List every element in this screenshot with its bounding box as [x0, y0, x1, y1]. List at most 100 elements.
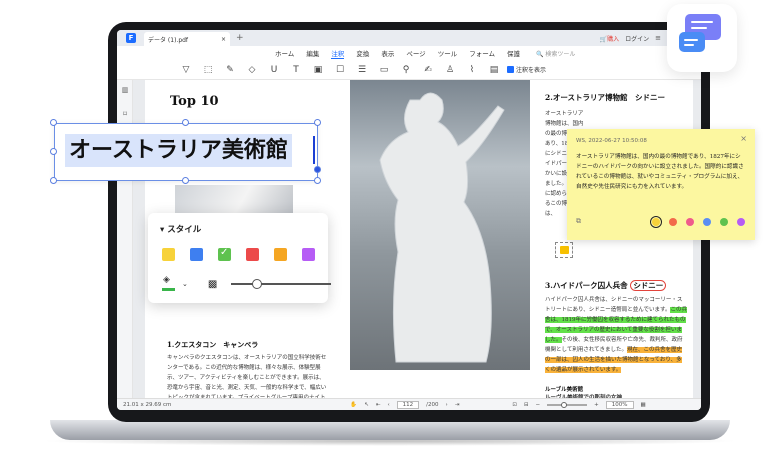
note-timestamp: WS, 2022-06-27 10:50:08: [576, 138, 647, 144]
circled-annotation[interactable]: シドニー: [630, 280, 667, 291]
annotation-toolbar: ▽ ⬚ ✎ ◇ U T ▣ ☐ ☰ ▭ ⚲ ✍ ♙ ⌇ ▤ 注釈を表示: [117, 60, 701, 80]
hand-tool-icon[interactable]: ✋: [350, 402, 357, 408]
note-color-dot[interactable]: [686, 218, 694, 226]
menu-bar: ホーム 編集 注釈 変換 表示 ページ ツール フォーム 保護 🔍 検索ツール: [117, 46, 701, 60]
style-panel-controls: ◈ ⌄ ▩: [162, 275, 332, 291]
menu-view[interactable]: 表示: [381, 48, 394, 58]
zoom-slider[interactable]: [547, 401, 588, 408]
resize-handle-top-right[interactable]: [314, 119, 321, 126]
fill-bucket-icon[interactable]: ◈: [162, 275, 176, 291]
textbox-icon[interactable]: ▣: [307, 65, 329, 75]
selected-text-box[interactable]: オーストラリア美術館: [54, 123, 318, 181]
chat-bubble-card: [667, 4, 737, 72]
marketing-stage: F データ (1).pdf × + 🛒購入 ログイン ≡ – □ × ホーム 編…: [0, 0, 773, 456]
zoom-knob[interactable]: [561, 401, 568, 408]
resize-handle-top[interactable]: [182, 119, 189, 126]
resize-handle-bottom[interactable]: [182, 177, 189, 184]
note-color-dot[interactable]: [703, 218, 711, 226]
style-panel-title[interactable]: ▾ スタイル: [160, 223, 201, 235]
attach-icon[interactable]: ⌇: [461, 65, 483, 75]
pencil-icon[interactable]: ✎: [219, 65, 241, 75]
laptop-base: [50, 420, 730, 440]
menu-home[interactable]: ホーム: [275, 48, 294, 58]
buy-button[interactable]: 🛒購入: [600, 34, 620, 43]
fit-page-icon[interactable]: ⊡: [512, 402, 517, 408]
eraser-icon[interactable]: ◇: [241, 65, 263, 75]
prev-page-icon[interactable]: ‹: [387, 402, 389, 408]
section3: 3.ハイドパーク囚人兵舎 シドニー ハイドパーク囚人兵舎は、シドニーのマッコーリ…: [545, 280, 687, 403]
zoom-out-icon[interactable]: −: [536, 402, 541, 408]
opacity-slider[interactable]: [231, 279, 332, 289]
thumbnail-icon[interactable]: ▥: [121, 86, 129, 94]
note-text[interactable]: オーストラリア博物館は、国内の最の博物館であり、1827年にシドニーのハイドパー…: [576, 152, 746, 192]
menu-protect[interactable]: 保護: [507, 48, 520, 58]
section1-heading: 1.クエスタコン キャンベラ: [167, 340, 259, 349]
login-button[interactable]: ログイン: [625, 34, 649, 43]
select-tool-icon[interactable]: ↖: [364, 402, 369, 408]
shape-tool-icon[interactable]: ☐: [329, 65, 351, 75]
fill-color-bar: [162, 288, 175, 291]
text-tool-icon[interactable]: T: [285, 65, 307, 75]
status-bar: 21.01 x 29.69 cm ✋ ↖ ⇤ ‹ 112 /200 › ⇥ ⊡ …: [117, 398, 701, 410]
selected-title-text[interactable]: オーストラリア美術館: [65, 134, 292, 167]
menu-edit[interactable]: 編集: [306, 48, 319, 58]
comment-icon[interactable]: ▭: [373, 65, 395, 75]
page-size-label: 21.01 x 29.69 cm: [123, 401, 172, 408]
total-pages: /200: [426, 401, 439, 408]
note-color-dot[interactable]: [737, 218, 745, 226]
opacity-icon: ▩: [207, 278, 218, 290]
menu-icon[interactable]: ≡: [655, 34, 661, 42]
resize-handle-top-left[interactable]: [50, 119, 57, 126]
chat-bubble-front-icon: [679, 32, 705, 52]
color-swatch[interactable]: [190, 248, 203, 261]
color-swatch[interactable]: [246, 248, 259, 261]
document-tab[interactable]: データ (1).pdf ×: [144, 32, 230, 46]
highlight-tool-icon[interactable]: ▽: [175, 65, 197, 75]
page-number-input[interactable]: 112: [396, 400, 420, 409]
menu-page[interactable]: ページ: [406, 48, 425, 58]
statue-shape: [379, 92, 505, 363]
underline-icon[interactable]: U: [263, 65, 285, 75]
first-page-icon[interactable]: ⇤: [376, 402, 381, 408]
menu-annotate[interactable]: 注釈: [331, 48, 345, 59]
resize-handle-right[interactable]: [314, 166, 321, 173]
sticky-note-popup[interactable]: WS, 2022-06-27 10:50:08 × オーストラリア博物館は、国内…: [567, 129, 755, 240]
measure-icon[interactable]: ♙: [439, 65, 461, 75]
app-logo-icon: F: [126, 33, 136, 43]
new-tab-icon[interactable]: +: [236, 33, 244, 43]
menu-convert[interactable]: 変換: [356, 48, 369, 58]
search-tools-input[interactable]: 🔍 検索ツール: [536, 49, 575, 58]
zoom-level[interactable]: 100%: [605, 400, 634, 409]
close-tab-icon[interactable]: ×: [221, 36, 226, 43]
note-color-picker: [649, 215, 745, 229]
resize-handle-left[interactable]: [50, 148, 57, 155]
grid-view-icon[interactable]: ▦: [641, 402, 646, 408]
show-annotations-toggle[interactable]: 注釈を表示: [507, 65, 546, 74]
color-swatch[interactable]: [302, 248, 315, 261]
color-swatch[interactable]: [218, 247, 231, 261]
resize-handle-bottom-left[interactable]: [50, 177, 57, 184]
note-color-dot[interactable]: [649, 215, 663, 229]
fill-dropdown-icon[interactable]: ⌄: [182, 280, 188, 288]
opacity-slider-knob[interactable]: [252, 279, 263, 289]
zoom-in-icon[interactable]: +: [594, 402, 599, 408]
note-color-dot[interactable]: [669, 218, 677, 226]
list-icon[interactable]: ▤: [483, 65, 505, 75]
bookmark-icon[interactable]: ⌑: [121, 110, 129, 118]
close-note-icon[interactable]: ×: [740, 134, 747, 143]
callout-icon[interactable]: ☰: [351, 65, 373, 75]
resize-handle-bottom-right[interactable]: [314, 177, 321, 184]
copy-note-icon[interactable]: ⧉: [576, 217, 581, 226]
sticky-note-marker-icon[interactable]: [555, 242, 573, 258]
note-color-dot[interactable]: [720, 218, 728, 226]
menu-form[interactable]: フォーム: [469, 48, 495, 58]
color-swatch[interactable]: [274, 248, 287, 261]
signature-icon[interactable]: ✍: [417, 65, 439, 75]
menu-tools[interactable]: ツール: [438, 48, 458, 58]
color-swatch[interactable]: [162, 248, 175, 261]
fit-width-icon[interactable]: ⊟: [524, 402, 529, 408]
next-page-icon[interactable]: ›: [446, 402, 448, 408]
last-page-icon[interactable]: ⇥: [455, 402, 460, 408]
stamp-icon[interactable]: ⚲: [395, 65, 417, 75]
area-highlight-icon[interactable]: ⬚: [197, 65, 219, 75]
